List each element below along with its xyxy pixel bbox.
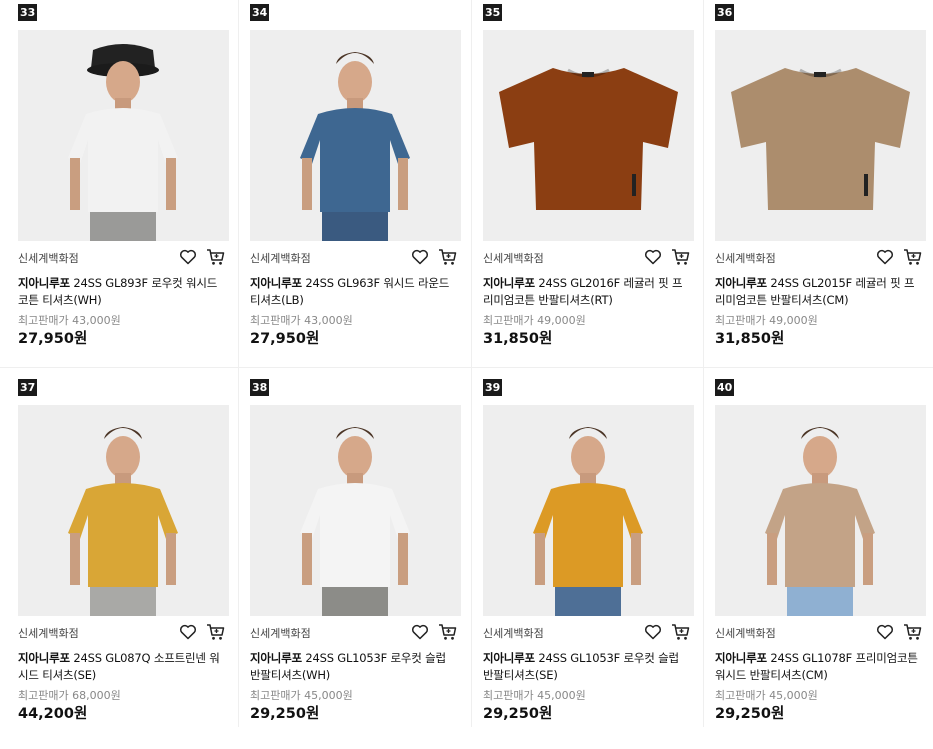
rank-badge: 36 xyxy=(715,4,735,21)
rank-badge: 35 xyxy=(483,4,503,21)
sale-price: 29,250원 xyxy=(250,706,320,722)
original-price: 최고판매가 45,000원 xyxy=(250,689,353,702)
add-to-cart-icon[interactable] xyxy=(671,623,690,641)
product-card[interactable]: 33 신세계백화점 지아니루포 24SS GL893F 로우컷 워시드코튼 티셔… xyxy=(7,0,239,374)
product-thumbnail[interactable] xyxy=(250,30,461,241)
product-thumbnail[interactable] xyxy=(483,405,694,616)
wishlist-heart-icon[interactable] xyxy=(411,623,429,641)
product-title[interactable]: 지아니루포 24SS GL1078F 프리미엄코튼 워시드 반팔티셔츠(CM) xyxy=(715,650,920,684)
product-image xyxy=(715,405,926,616)
product-thumbnail[interactable] xyxy=(715,30,926,241)
original-price: 최고판매가 68,000원 xyxy=(18,689,121,702)
rank-badge: 39 xyxy=(483,379,503,396)
product-image xyxy=(18,30,229,241)
brand-name: 지아니루포 xyxy=(250,651,302,665)
store-name: 신세계백화점 xyxy=(715,627,776,640)
product-card[interactable]: 40 신세계백화점 지아니루포 24SS GL1078F 프리미엄코튼 워시드 … xyxy=(704,375,933,749)
product-title[interactable]: 지아니루포 24SS GL2015F 레귤러 핏 프리미엄코튼 반팔티셔츠(CM… xyxy=(715,275,920,309)
original-price: 최고판매가 49,000원 xyxy=(715,314,818,327)
sale-price: 29,250원 xyxy=(715,706,785,722)
product-thumbnail[interactable] xyxy=(18,30,229,241)
product-card[interactable]: 38 신세계백화점 지아니루포 24SS GL1053F 로우컷 슬럽 반팔티셔… xyxy=(239,375,471,749)
brand-name: 지아니루포 xyxy=(18,276,70,290)
product-title[interactable]: 지아니루포 24SS GL2016F 레귤러 핏 프리미엄코튼 반팔티셔츠(RT… xyxy=(483,275,688,309)
brand-name: 지아니루포 xyxy=(18,651,70,665)
add-to-cart-icon[interactable] xyxy=(438,623,457,641)
product-card[interactable]: 36 신세계백화점 지아니루포 24SS GL2015F 레귤러 핏 프리미엄코… xyxy=(704,0,933,374)
product-image xyxy=(250,30,461,241)
brand-name: 지아니루포 xyxy=(483,276,535,290)
store-name: 신세계백화점 xyxy=(250,627,311,640)
sale-price: 29,250원 xyxy=(483,706,553,722)
wishlist-heart-icon[interactable] xyxy=(179,248,197,266)
product-card[interactable]: 35 신세계백화점 지아니루포 24SS GL2016F 레귤러 핏 프리미엄코… xyxy=(472,0,704,374)
product-title[interactable]: 지아니루포 24SS GL087Q 소프트린넨 워시드 티셔츠(SE) xyxy=(18,650,223,684)
product-card[interactable]: 34 신세계백화점 지아니루포 24SS GL963F 워시드 라운드 티셔츠(… xyxy=(239,0,471,374)
rank-badge: 40 xyxy=(715,379,735,396)
sale-price: 27,950원 xyxy=(250,331,320,347)
add-to-cart-icon[interactable] xyxy=(671,248,690,266)
store-name: 신세계백화점 xyxy=(483,252,544,265)
store-name: 신세계백화점 xyxy=(18,252,79,265)
product-grid: 33 신세계백화점 지아니루포 24SS GL893F 로우컷 워시드코튼 티셔… xyxy=(0,0,933,727)
product-thumbnail[interactable] xyxy=(483,30,694,241)
wishlist-heart-icon[interactable] xyxy=(644,248,662,266)
sale-price: 27,950원 xyxy=(18,331,88,347)
wishlist-heart-icon[interactable] xyxy=(644,623,662,641)
column-divider xyxy=(238,0,239,727)
rank-badge: 37 xyxy=(18,379,38,396)
store-name: 신세계백화점 xyxy=(483,627,544,640)
store-name: 신세계백화점 xyxy=(18,627,79,640)
wishlist-heart-icon[interactable] xyxy=(876,248,894,266)
sale-price: 44,200원 xyxy=(18,706,88,722)
original-price: 최고판매가 49,000원 xyxy=(483,314,586,327)
sale-price: 31,850원 xyxy=(483,331,553,347)
column-divider xyxy=(471,0,472,727)
wishlist-heart-icon[interactable] xyxy=(876,623,894,641)
product-thumbnail[interactable] xyxy=(18,405,229,616)
add-to-cart-icon[interactable] xyxy=(206,623,225,641)
original-price: 최고판매가 43,000원 xyxy=(250,314,353,327)
sale-price: 31,850원 xyxy=(715,331,785,347)
product-card[interactable]: 37 신세계백화점 지아니루포 24SS GL087Q 소프트린넨 워시드 티셔… xyxy=(7,375,239,749)
product-title[interactable]: 지아니루포 24SS GL1053F 로우컷 슬럽 반팔티셔츠(WH) xyxy=(250,650,455,684)
wishlist-heart-icon[interactable] xyxy=(411,248,429,266)
row-divider xyxy=(0,367,933,368)
product-title[interactable]: 지아니루포 24SS GL1053F 로우컷 슬럽 반팔티셔츠(SE) xyxy=(483,650,688,684)
rank-badge: 34 xyxy=(250,4,270,21)
rank-badge: 33 xyxy=(18,4,38,21)
product-thumbnail[interactable] xyxy=(715,405,926,616)
add-to-cart-icon[interactable] xyxy=(438,248,457,266)
product-image xyxy=(250,405,461,616)
rank-badge: 38 xyxy=(250,379,270,396)
store-name: 신세계백화점 xyxy=(250,252,311,265)
product-title[interactable]: 지아니루포 24SS GL893F 로우컷 워시드코튼 티셔츠(WH) xyxy=(18,275,223,309)
add-to-cart-icon[interactable] xyxy=(903,623,922,641)
product-image xyxy=(715,30,926,241)
product-card[interactable]: 39 신세계백화점 지아니루포 24SS GL1053F 로우컷 슬럽 반팔티셔… xyxy=(472,375,704,749)
original-price: 최고판매가 45,000원 xyxy=(715,689,818,702)
product-image xyxy=(483,405,694,616)
brand-name: 지아니루포 xyxy=(483,651,535,665)
add-to-cart-icon[interactable] xyxy=(206,248,225,266)
product-thumbnail[interactable] xyxy=(250,405,461,616)
original-price: 최고판매가 45,000원 xyxy=(483,689,586,702)
store-name: 신세계백화점 xyxy=(715,252,776,265)
product-image xyxy=(18,405,229,616)
brand-name: 지아니루포 xyxy=(715,276,767,290)
product-image xyxy=(483,30,694,241)
column-divider xyxy=(703,0,704,727)
product-title[interactable]: 지아니루포 24SS GL963F 워시드 라운드 티셔츠(LB) xyxy=(250,275,455,309)
brand-name: 지아니루포 xyxy=(715,651,767,665)
original-price: 최고판매가 43,000원 xyxy=(18,314,121,327)
wishlist-heart-icon[interactable] xyxy=(179,623,197,641)
brand-name: 지아니루포 xyxy=(250,276,302,290)
add-to-cart-icon[interactable] xyxy=(903,248,922,266)
